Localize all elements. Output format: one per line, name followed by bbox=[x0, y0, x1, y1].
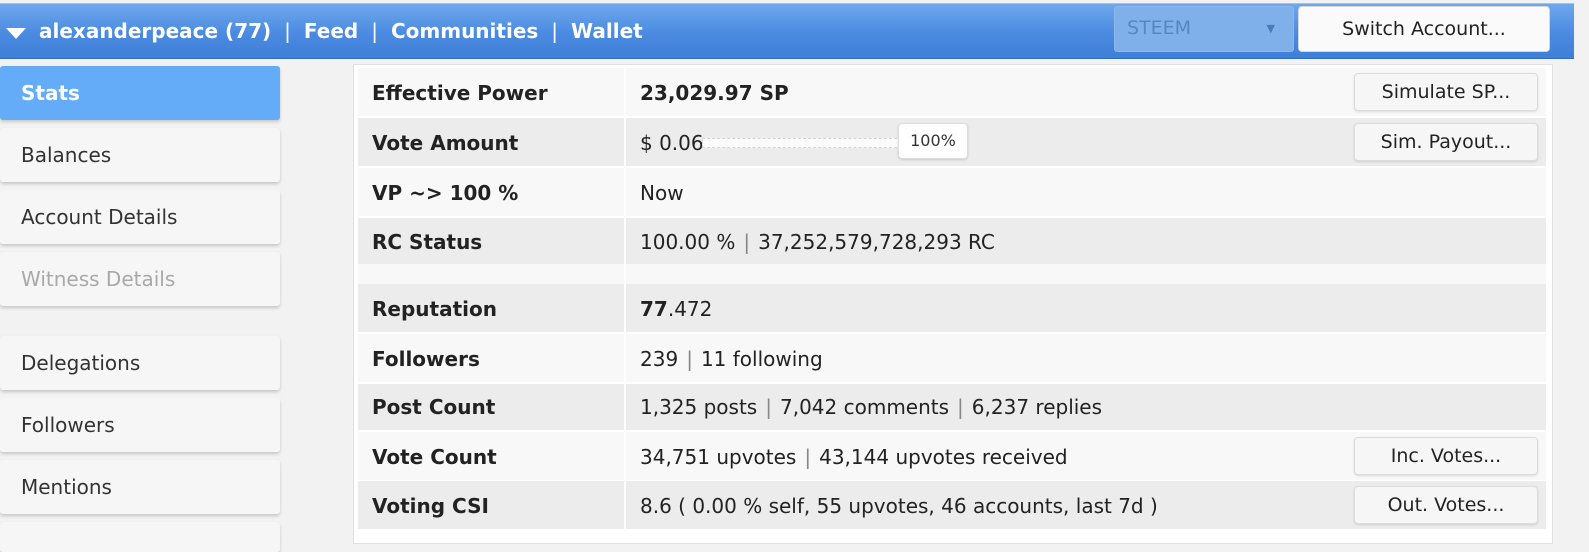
stat-value-area: 1,325 posts | 7,042 comments | 6,237 replies bbox=[626, 384, 1546, 430]
inc-votes-button[interactable]: Inc. Votes... bbox=[1354, 437, 1538, 475]
stat-label: Vote Amount bbox=[358, 118, 624, 166]
spacer-cell bbox=[358, 264, 624, 284]
rc-amount: 37,252,579,728,293 RC bbox=[758, 230, 995, 254]
switch-account-button[interactable]: Switch Account... bbox=[1298, 6, 1550, 52]
sidebar-item-more[interactable] bbox=[0, 522, 280, 552]
stat-row-effective-power: Effective Power 23,029.97 SP Simulate SP… bbox=[358, 68, 1546, 116]
stat-value-area: 239 | 11 following bbox=[626, 334, 1546, 382]
nav-separator: | bbox=[284, 19, 291, 43]
account-dropdown-caret-icon[interactable] bbox=[6, 28, 26, 39]
account-name-link[interactable]: alexanderpeace (77) bbox=[39, 19, 271, 43]
value-separator: | bbox=[957, 395, 964, 419]
stat-row-reputation: Reputation 77.472 bbox=[358, 284, 1546, 332]
stat-row-vote-amount: Vote Amount $ 0.06 100% Sim. Payout... bbox=[358, 118, 1546, 166]
sidebar-item-followers[interactable]: Followers bbox=[0, 398, 280, 452]
stat-value: Now bbox=[626, 168, 1546, 216]
upvotes-count: 34,751 upvotes bbox=[640, 445, 797, 469]
nav-separator: | bbox=[371, 19, 378, 43]
top-nav: alexanderpeace (77) | Feed | Communities | Wal… bbox=[39, 19, 643, 43]
value-separator: | bbox=[804, 445, 812, 469]
vote-weight-slider-track[interactable] bbox=[702, 138, 902, 148]
sidebar-item-balances[interactable]: Balances bbox=[0, 128, 280, 182]
posts-count: 1,325 posts bbox=[640, 395, 758, 419]
reputation-integer: 77 bbox=[640, 297, 668, 321]
nav-feed-link[interactable]: Feed bbox=[304, 19, 358, 43]
stat-value-area: 77.472 bbox=[626, 284, 1546, 332]
nav-separator: | bbox=[551, 19, 559, 43]
vote-amount-value: $ 0.06 bbox=[640, 131, 704, 155]
sidebar-item-stats[interactable]: Stats bbox=[0, 66, 280, 120]
stat-label: Post Count bbox=[358, 384, 624, 430]
comments-count: 7,042 comments bbox=[779, 395, 950, 419]
reputation-decimal: .472 bbox=[667, 297, 713, 321]
out-votes-button[interactable]: Out. Votes... bbox=[1354, 486, 1538, 524]
rc-percent: 100.00 % bbox=[640, 230, 736, 254]
replies-count: 6,237 replies bbox=[971, 395, 1103, 419]
nav-communities-link[interactable]: Communities bbox=[391, 19, 538, 43]
nav-wallet-link[interactable]: Wallet bbox=[571, 19, 643, 43]
sim-payout-button[interactable]: Sim. Payout... bbox=[1354, 123, 1538, 161]
sidebar-item-account-details[interactable]: Account Details bbox=[0, 190, 280, 244]
vote-weight-slider-handle[interactable]: 100% bbox=[898, 123, 968, 159]
stat-row-voting-csi: Voting CSI 8.6 ( 0.00 % self, 55 upvotes… bbox=[358, 481, 1546, 529]
coin-select[interactable]: STEEM ▼ bbox=[1114, 6, 1294, 52]
spacer-cell bbox=[626, 264, 1546, 284]
sidebar-item-witness-details: Witness Details bbox=[0, 252, 280, 306]
stat-row-rc-status: RC Status 100.00 % | 37,252,579,728,293 RC bbox=[358, 218, 1546, 264]
stat-label: VP ~> 100 % bbox=[358, 168, 624, 216]
stat-label: Effective Power bbox=[358, 68, 624, 116]
upvotes-received-count: 43,144 upvotes received bbox=[819, 445, 1068, 469]
stat-row-vote-count: Vote Count 34,751 upvotes | 43,144 upvotes… bbox=[358, 432, 1546, 480]
simulate-sp-button[interactable]: Simulate SP... bbox=[1354, 73, 1538, 111]
stat-label: Followers bbox=[358, 334, 624, 382]
followers-count: 239 bbox=[640, 347, 679, 371]
sidebar-item-mentions[interactable]: Mentions bbox=[0, 460, 280, 514]
select-arrow-icon: ▼ bbox=[1266, 22, 1275, 35]
stat-label: Voting CSI bbox=[358, 481, 624, 529]
value-separator: | bbox=[686, 347, 693, 371]
following-count: 11 following bbox=[700, 347, 823, 371]
stat-row-vp: VP ~> 100 % Now bbox=[358, 168, 1546, 216]
section-spacer bbox=[358, 264, 1546, 284]
stat-label: RC Status bbox=[358, 218, 624, 264]
stat-row-followers: Followers 239 | 11 following bbox=[358, 334, 1546, 382]
stat-row-post-count: Post Count 1,325 posts | 7,042 comments | 6,… bbox=[358, 384, 1546, 430]
stat-label: Reputation bbox=[358, 284, 624, 332]
value-separator: | bbox=[765, 395, 772, 419]
sidebar-item-delegations[interactable]: Delegations bbox=[0, 336, 280, 390]
stat-label: Vote Count bbox=[358, 432, 624, 480]
stat-value-area: 100.00 % | 37,252,579,728,293 RC bbox=[626, 218, 1546, 264]
coin-select-value: STEEM bbox=[1127, 17, 1192, 39]
value-separator: | bbox=[743, 230, 751, 254]
